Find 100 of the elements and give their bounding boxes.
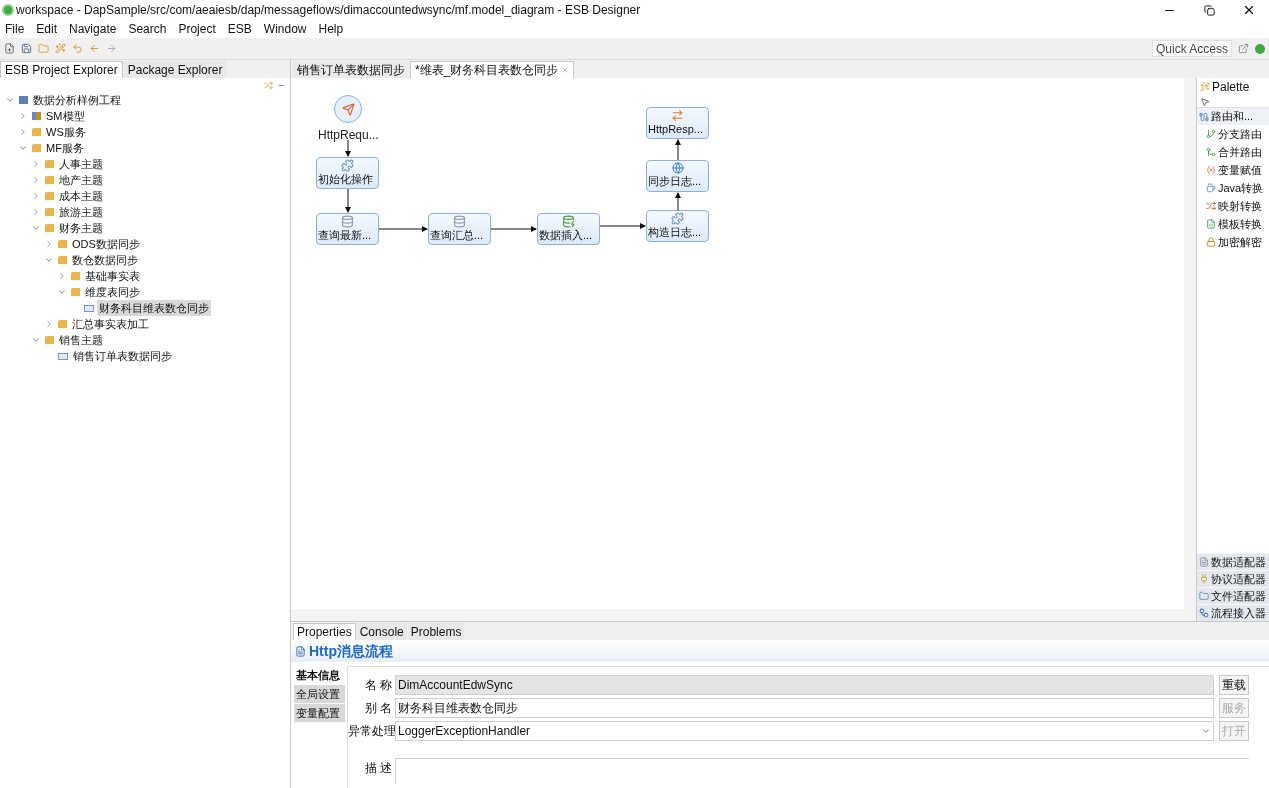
- horizontal-scrollbar[interactable]: [291, 609, 1196, 621]
- panel-tab[interactable]: Properties: [293, 623, 356, 640]
- save-icon[interactable]: [21, 43, 32, 54]
- undo-icon[interactable]: [72, 43, 83, 54]
- link-icon[interactable]: [264, 80, 273, 90]
- menu-item[interactable]: Navigate: [69, 20, 117, 38]
- tree-item[interactable]: 汇总事实表加工: [70, 315, 151, 333]
- expand-icon[interactable]: [31, 159, 41, 169]
- collapse-icon[interactable]: [57, 287, 67, 297]
- panel-tab[interactable]: Problems: [407, 623, 465, 640]
- flow-node[interactable]: 初始化操作: [316, 157, 379, 189]
- menu-item[interactable]: Help: [318, 20, 344, 38]
- connector-arrow: [378, 226, 428, 232]
- chevron-down-icon: [1201, 726, 1211, 736]
- palette-drawer[interactable]: 文件适配器: [1197, 587, 1269, 604]
- flow-node[interactable]: 数据插入...: [537, 213, 600, 245]
- expand-icon[interactable]: [44, 319, 54, 329]
- collapse-icon[interactable]: [31, 335, 41, 345]
- close-icon[interactable]: [1242, 3, 1256, 17]
- collapse-icon[interactable]: [18, 143, 28, 153]
- tree-item[interactable]: 销售订单表数据同步: [71, 347, 174, 365]
- plug-icon: [1199, 574, 1209, 584]
- collapse-icon[interactable]: [31, 223, 41, 233]
- start-node[interactable]: [334, 95, 362, 123]
- palette-item[interactable]: 分支路由: [1197, 125, 1269, 143]
- expand-icon[interactable]: [44, 239, 54, 249]
- panel-tab[interactable]: Console: [356, 623, 407, 640]
- back-icon[interactable]: [89, 43, 100, 54]
- text-field[interactable]: 财务科目维表数仓同步: [395, 698, 1214, 718]
- editor-tab[interactable]: 销售订单表数据同步: [293, 61, 409, 78]
- node-label: HttpResp...: [647, 122, 704, 136]
- palette-item[interactable]: 合并路由: [1197, 143, 1269, 161]
- expand-icon[interactable]: [57, 271, 67, 281]
- tree-item[interactable]: 维度表同步: [83, 283, 142, 301]
- tree-item[interactable]: 数仓数据同步: [70, 251, 140, 269]
- expand-icon[interactable]: [31, 175, 41, 185]
- menu-item[interactable]: File: [5, 20, 25, 38]
- flow-node[interactable]: 查询汇总...: [428, 213, 491, 245]
- wand-icon[interactable]: [55, 43, 66, 54]
- folder-icon[interactable]: [38, 43, 49, 54]
- panel-tab[interactable]: ESB Project Explorer: [0, 61, 123, 78]
- tree-item[interactable]: 数据分析样例工程: [31, 91, 123, 109]
- tree-item[interactable]: ODS数据同步: [70, 235, 142, 253]
- field-label: 描 述: [363, 760, 392, 777]
- flow-node[interactable]: 查询最新...: [316, 213, 379, 245]
- tree-item[interactable]: WS服务: [44, 123, 88, 141]
- menu-item[interactable]: ESB: [227, 20, 252, 38]
- node-label: HttpRequ...: [318, 127, 379, 144]
- collapse-icon[interactable]: [5, 95, 15, 105]
- flow-node[interactable]: 构造日志...: [646, 210, 709, 242]
- perspective-icon[interactable]: [1255, 43, 1265, 54]
- palette-item[interactable]: 映射转换: [1197, 197, 1269, 215]
- field-button[interactable]: 重载: [1219, 675, 1249, 695]
- vertical-scrollbar[interactable]: [1184, 78, 1196, 609]
- flow-node[interactable]: 同步日志...: [646, 160, 709, 192]
- tree-item[interactable]: 成本主题: [57, 187, 105, 205]
- editor-tab[interactable]: *维表_财务科目表数仓同步: [410, 61, 575, 78]
- expand-icon[interactable]: [31, 207, 41, 217]
- side-tab[interactable]: 全局设置: [294, 685, 345, 704]
- expand-icon[interactable]: [31, 191, 41, 201]
- panel-tab[interactable]: Package Explorer: [123, 61, 227, 78]
- node-label: 数据插入...: [538, 228, 593, 242]
- tree-item[interactable]: 地产主题: [57, 171, 105, 189]
- text-field[interactable]: DimAccountEdwSync: [395, 675, 1214, 695]
- expand-icon[interactable]: [18, 127, 28, 137]
- collapse-icon[interactable]: [44, 255, 54, 265]
- tree-item[interactable]: 基础事实表: [83, 267, 142, 285]
- expand-icon[interactable]: [18, 111, 28, 121]
- menu-item[interactable]: Search: [128, 20, 167, 38]
- flow-node[interactable]: HttpResp...: [646, 107, 709, 139]
- pointer-tool-icon[interactable]: [1200, 96, 1210, 107]
- menu-item[interactable]: Project: [178, 20, 216, 38]
- palette-drawer[interactable]: 流程接入器: [1197, 604, 1269, 621]
- folder-icon: [1199, 591, 1209, 601]
- new-icon[interactable]: [4, 43, 15, 54]
- tree-item[interactable]: 旅游主题: [57, 203, 105, 221]
- palette-item[interactable]: 加密解密: [1197, 233, 1269, 251]
- restore-icon[interactable]: [1204, 4, 1215, 16]
- palette-drawer[interactable]: 路由和...: [1197, 108, 1269, 125]
- lock-icon: [1206, 237, 1216, 247]
- tree-item[interactable]: 人事主题: [57, 155, 105, 173]
- palette-drawer[interactable]: 协议适配器: [1197, 570, 1269, 587]
- open-perspective-icon[interactable]: [1238, 43, 1249, 54]
- menu-item[interactable]: Edit: [36, 20, 58, 38]
- tree-item[interactable]: 财务科目维表数仓同步: [97, 299, 211, 317]
- menu-item[interactable]: Window: [263, 20, 307, 38]
- tree-item[interactable]: 财务主题: [57, 219, 105, 237]
- palette-item[interactable]: Java转换: [1197, 179, 1269, 197]
- palette-drawer[interactable]: 数据适配器: [1197, 553, 1269, 570]
- side-tab[interactable]: 变量配置: [294, 704, 345, 723]
- tree-item[interactable]: SM模型: [44, 107, 87, 125]
- tree-item[interactable]: MF服务: [44, 139, 86, 157]
- dropdown-field[interactable]: LoggerExceptionHandler: [395, 721, 1214, 741]
- tree-item[interactable]: 销售主题: [57, 331, 105, 349]
- forward-icon[interactable]: [106, 43, 117, 54]
- palette-item[interactable]: 变量赋值: [1197, 161, 1269, 179]
- variable-icon: [1206, 165, 1216, 175]
- node-label: 同步日志...: [647, 174, 702, 188]
- palette-item[interactable]: 模板转换: [1197, 215, 1269, 233]
- quick-access-field[interactable]: Quick Access: [1151, 40, 1232, 57]
